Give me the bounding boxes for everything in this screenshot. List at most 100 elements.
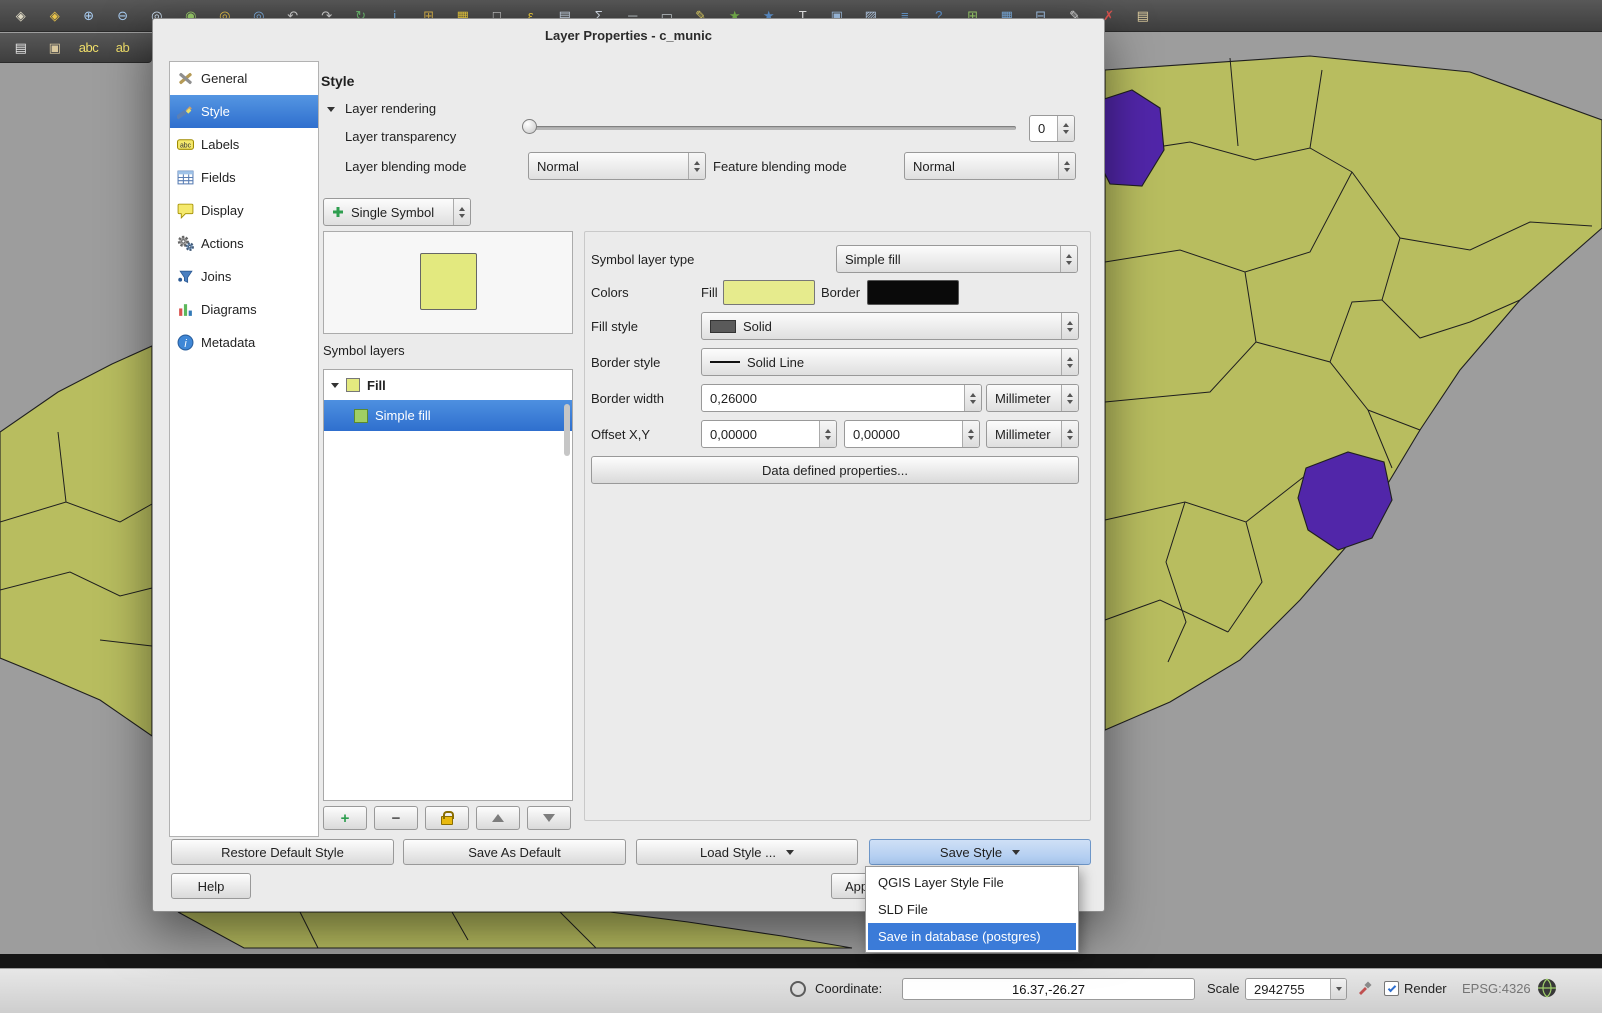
restore-default-style-button[interactable]: Restore Default Style bbox=[171, 839, 394, 865]
remove-symbol-layer-button[interactable]: − bbox=[374, 806, 418, 830]
actions-icon bbox=[176, 235, 194, 253]
sidebar-item-diagrams[interactable]: Diagrams bbox=[170, 293, 318, 326]
move-layer-down-button[interactable] bbox=[527, 806, 571, 830]
colors-label: Colors bbox=[591, 285, 629, 300]
menu-item-sld-file[interactable]: SLD File bbox=[868, 896, 1076, 923]
combo-arrows-icon[interactable] bbox=[688, 153, 705, 179]
sidebar-item-style[interactable]: Style bbox=[170, 95, 318, 128]
combo-arrows-icon[interactable] bbox=[453, 199, 470, 225]
combo-arrows-icon[interactable] bbox=[1061, 313, 1078, 339]
data-defined-properties-button[interactable]: Data defined properties... bbox=[591, 456, 1079, 484]
layer-rendering-label[interactable]: Layer rendering bbox=[345, 101, 436, 116]
save-as-default-label: Save As Default bbox=[468, 845, 561, 860]
down-arrow-icon bbox=[543, 814, 555, 822]
save-style-menu: QGIS Layer Style File SLD File Save in d… bbox=[865, 866, 1079, 953]
offset-y-spinbox[interactable]: 0,00000 bbox=[844, 420, 980, 448]
crs-status-icon[interactable] bbox=[1537, 978, 1557, 998]
render-checkbox[interactable] bbox=[1384, 981, 1399, 996]
fill-color-button[interactable] bbox=[723, 280, 815, 305]
sidebar-item-label: Labels bbox=[201, 137, 239, 152]
move-layer-up-button[interactable] bbox=[476, 806, 520, 830]
copy-style-icon[interactable]: ▤ bbox=[8, 35, 33, 60]
map-canvas-edge bbox=[0, 954, 1602, 968]
load-style-button[interactable]: Load Style ... bbox=[636, 839, 858, 865]
zoom-in-icon[interactable]: ⊕ bbox=[76, 3, 101, 28]
sidebar-item-general[interactable]: General bbox=[170, 62, 318, 95]
renderer-type-combo[interactable]: Single Symbol bbox=[323, 198, 471, 226]
sidebar-item-fields[interactable]: Fields bbox=[170, 161, 318, 194]
sidebar-item-metadata[interactable]: i Metadata bbox=[170, 326, 318, 359]
symbol-layer-type-combo[interactable]: Simple fill bbox=[836, 245, 1078, 273]
expand-arrow-icon[interactable] bbox=[331, 383, 339, 388]
layer-blending-combo[interactable]: Normal bbox=[528, 152, 706, 180]
menu-item-qgis-style-file[interactable]: QGIS Layer Style File bbox=[868, 869, 1076, 896]
scale-value: 2942755 bbox=[1254, 982, 1305, 997]
scale-combo[interactable]: 2942755 bbox=[1245, 978, 1347, 1000]
border-style-combo[interactable]: Solid Line bbox=[701, 348, 1079, 376]
joins-icon bbox=[176, 268, 194, 286]
paste-style-icon[interactable]: ▣ bbox=[42, 35, 67, 60]
sidebar-item-label: Joins bbox=[201, 269, 231, 284]
sidebar-item-label: Style bbox=[201, 104, 230, 119]
spinner-icon[interactable] bbox=[1057, 116, 1074, 141]
combo-arrows-icon[interactable] bbox=[1061, 385, 1078, 411]
spinner-icon[interactable] bbox=[819, 421, 836, 447]
dialog-sidebar: General Style abc Labels Fields Display … bbox=[169, 61, 319, 837]
sidebar-item-actions[interactable]: Actions bbox=[170, 227, 318, 260]
collapse-arrow-icon[interactable] bbox=[327, 107, 335, 112]
transparency-slider-handle[interactable] bbox=[522, 119, 537, 134]
combo-arrows-icon[interactable] bbox=[1061, 421, 1078, 447]
layer-properties-icon[interactable]: ▤ bbox=[1130, 3, 1155, 28]
border-width-spinbox[interactable]: 0,26000 bbox=[701, 384, 982, 412]
offset-x-spinbox[interactable]: 0,00000 bbox=[701, 420, 837, 448]
labeling-icon[interactable]: abc bbox=[76, 35, 101, 60]
border-width-label: Border width bbox=[591, 391, 664, 406]
label-properties-icon[interactable]: ab bbox=[110, 35, 135, 60]
save-as-default-button[interactable]: Save As Default bbox=[403, 839, 626, 865]
border-width-unit-combo[interactable]: Millimeter bbox=[986, 384, 1079, 412]
sidebar-item-display[interactable]: Display bbox=[170, 194, 318, 227]
combo-arrows-icon[interactable] bbox=[1061, 349, 1078, 375]
sidebar-item-joins[interactable]: Joins bbox=[170, 260, 318, 293]
dropdown-arrow-icon[interactable] bbox=[1330, 979, 1346, 999]
tree-scrollbar[interactable] bbox=[564, 404, 570, 456]
border-style-label: Border style bbox=[591, 355, 660, 370]
transparency-spinbox[interactable]: 0 bbox=[1029, 115, 1075, 142]
mouse-position-icon bbox=[790, 981, 806, 997]
add-symbol-layer-button[interactable]: + bbox=[323, 806, 367, 830]
combo-arrows-icon[interactable] bbox=[1060, 246, 1077, 272]
help-label: Help bbox=[198, 879, 225, 894]
fill-style-combo[interactable]: Solid bbox=[701, 312, 1079, 340]
metadata-icon: i bbox=[176, 334, 194, 352]
lock-icon bbox=[441, 816, 453, 825]
spinner-icon[interactable] bbox=[962, 421, 979, 447]
symbol-layer-type-label: Symbol layer type bbox=[591, 252, 694, 267]
sidebar-item-labels[interactable]: abc Labels bbox=[170, 128, 318, 161]
sidebar-item-label: Diagrams bbox=[201, 302, 257, 317]
layer-transparency-label: Layer transparency bbox=[345, 129, 456, 144]
lock-symbol-layer-button[interactable] bbox=[425, 806, 469, 830]
spinner-icon[interactable] bbox=[964, 385, 981, 411]
offset-unit-combo[interactable]: Millimeter bbox=[986, 420, 1079, 448]
tree-item-fill[interactable]: Fill bbox=[324, 370, 572, 400]
zoom-out-icon[interactable]: ⊖ bbox=[110, 3, 135, 28]
menu-item-save-in-database[interactable]: Save in database (postgres) bbox=[868, 923, 1076, 950]
combo-arrows-icon[interactable] bbox=[1058, 153, 1075, 179]
save-style-button[interactable]: Save Style bbox=[869, 839, 1091, 865]
help-button[interactable]: Help bbox=[171, 873, 251, 899]
tree-item-simple-fill[interactable]: Simple fill bbox=[324, 400, 572, 431]
feature-blending-combo[interactable]: Normal bbox=[904, 152, 1076, 180]
svg-text:abc: abc bbox=[179, 142, 191, 149]
pan-map-icon[interactable]: ◈ bbox=[8, 3, 33, 28]
coordinate-input[interactable] bbox=[902, 978, 1195, 1000]
dialog-title: Layer Properties - c_munic bbox=[153, 28, 1104, 43]
sidebar-item-label: General bbox=[201, 71, 247, 86]
scale-label: Scale bbox=[1207, 981, 1240, 996]
dropdown-arrow-icon bbox=[1012, 850, 1020, 855]
render-label: Render bbox=[1404, 981, 1447, 996]
paintbrush-icon[interactable] bbox=[1357, 980, 1373, 996]
qgis-window: ◈ ◈ ⊕ ⊖ ◎ ◉ ◎ ◎ ↶ ↷ ↻ i ⊞ ▦ □ ε bbox=[0, 0, 1602, 1013]
border-color-button[interactable] bbox=[867, 280, 959, 305]
pan-to-selection-icon[interactable]: ◈ bbox=[42, 3, 67, 28]
border-width-unit-value: Millimeter bbox=[995, 391, 1051, 406]
